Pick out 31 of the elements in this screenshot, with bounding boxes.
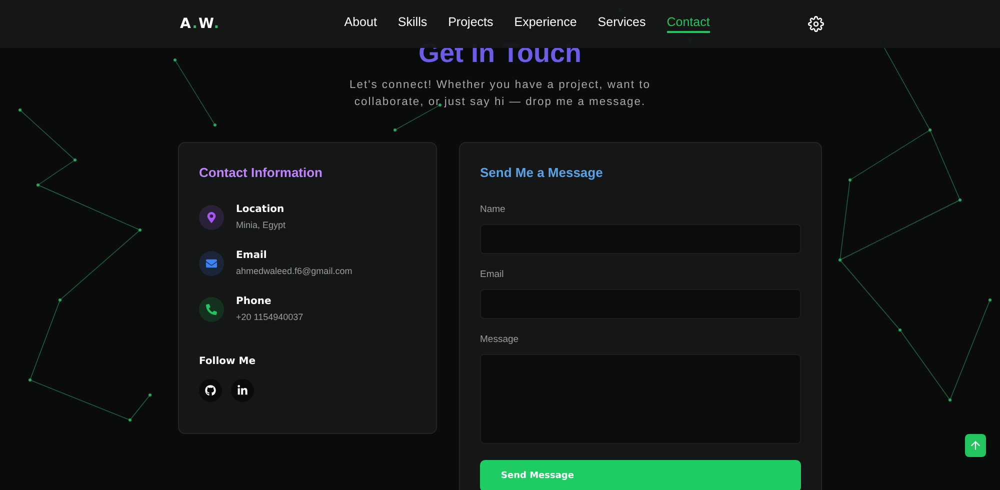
info-value: ahmedwaleed.f6@gmail.com [236,266,352,276]
info-label: Phone [236,296,272,307]
info-label: Email [236,250,268,261]
section-heading: Get In Touch [418,38,582,69]
field-label: Email [480,269,505,280]
nav-link[interactable]: Projects [448,15,494,33]
field-label: Message [480,334,520,345]
nav-link[interactable]: Contact [666,15,710,33]
scroll-top-button[interactable] [965,434,986,457]
follow-heading: Follow Me [199,356,256,367]
nav-link[interactable]: Experience [514,15,577,33]
nav-link[interactable]: About [344,15,377,33]
info-label: Location [236,204,286,215]
linkedin-link[interactable] [231,379,254,402]
phone-icon [206,304,217,314]
field-label: Name [480,204,506,215]
envelope-icon [206,258,217,268]
nav-link[interactable]: Services [598,15,646,33]
section-subtitle: Let's connect! Whether you have a project, want to collaborate, or just say hi — drop me a message. [348,78,652,110]
settings-icon[interactable] [808,16,824,32]
nav-link[interactable]: Skills [398,15,428,33]
info-value: Minia, Egypt [236,220,286,230]
arrow-up-icon [969,439,982,452]
github-icon [205,385,216,396]
info-value: +20 1154940037 [236,312,304,322]
map-pin-icon [206,212,217,222]
logo[interactable]: A.W. [180,16,220,32]
github-link[interactable] [199,379,222,402]
card-title: Contact Information [199,165,324,180]
linkedin-icon [237,385,248,396]
card-title: Send Me a Message [480,165,604,180]
